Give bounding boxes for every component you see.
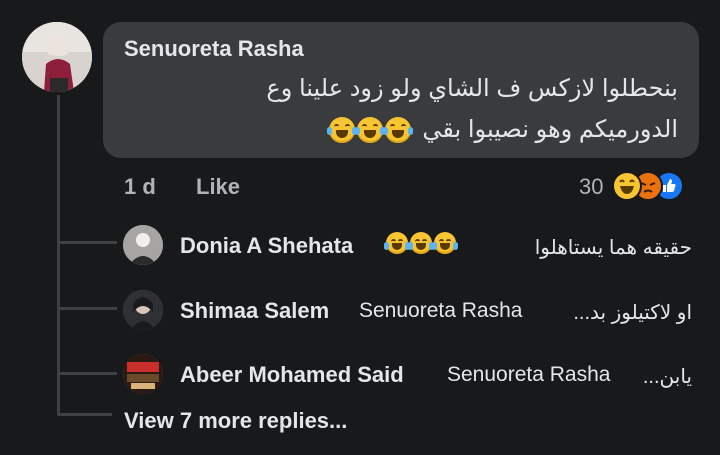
laughing-tears-emoji — [432, 232, 458, 254]
reply-author[interactable]: Donia A Shehata — [180, 233, 353, 259]
comment-author[interactable]: Senuoreta Rasha — [124, 36, 304, 62]
reply-mention[interactable]: Senuoreta Rasha — [359, 299, 522, 323]
reply-text: او لاكتيلوز بد... — [573, 302, 692, 324]
reply-item: Donia A Shehata حقيقه هما يستاهلوا — [0, 223, 720, 267]
avatar[interactable] — [123, 290, 163, 330]
laughing-tears-emoji — [327, 116, 358, 143]
thread-connector — [57, 413, 112, 416]
reply-mention[interactable]: Senuoreta Rasha — [447, 363, 610, 387]
laughing-tears-emoji — [383, 116, 414, 143]
laughing-tears-emoji — [355, 116, 386, 143]
reply-author[interactable]: Shimaa Salem — [180, 298, 329, 324]
laughing-tears-emoji — [408, 232, 434, 254]
haha-reaction-icon[interactable] — [612, 171, 642, 201]
reply-text: حقيقه هما يستاهلوا — [534, 237, 692, 259]
reaction-count[interactable]: 30 — [579, 174, 603, 200]
laughing-tears-emoji-group — [384, 232, 458, 254]
avatar[interactable] — [22, 22, 92, 92]
view-more-replies-link[interactable]: View 7 more replies... — [124, 408, 347, 434]
reply-item: Abeer Mohamed Said Senuoreta Rasha يابن.… — [0, 352, 720, 396]
laughing-tears-emoji — [384, 232, 410, 254]
reply-text: يابن... — [642, 366, 692, 388]
avatar[interactable] — [123, 225, 163, 265]
reply-item: Shimaa Salem Senuoreta Rasha او لاكتيلوز… — [0, 288, 720, 332]
comment-time[interactable]: 1 d — [124, 174, 156, 200]
avatar[interactable] — [123, 354, 163, 394]
reply-author[interactable]: Abeer Mohamed Said — [180, 362, 404, 388]
comment-text-line-1: بنحطلوا لازكس ف الشاي ولو زود علينا وع — [266, 75, 678, 102]
comment-text-line-2: الدورميكم وهو نصيبوا بقي — [327, 115, 678, 144]
like-button[interactable]: Like — [196, 174, 240, 200]
